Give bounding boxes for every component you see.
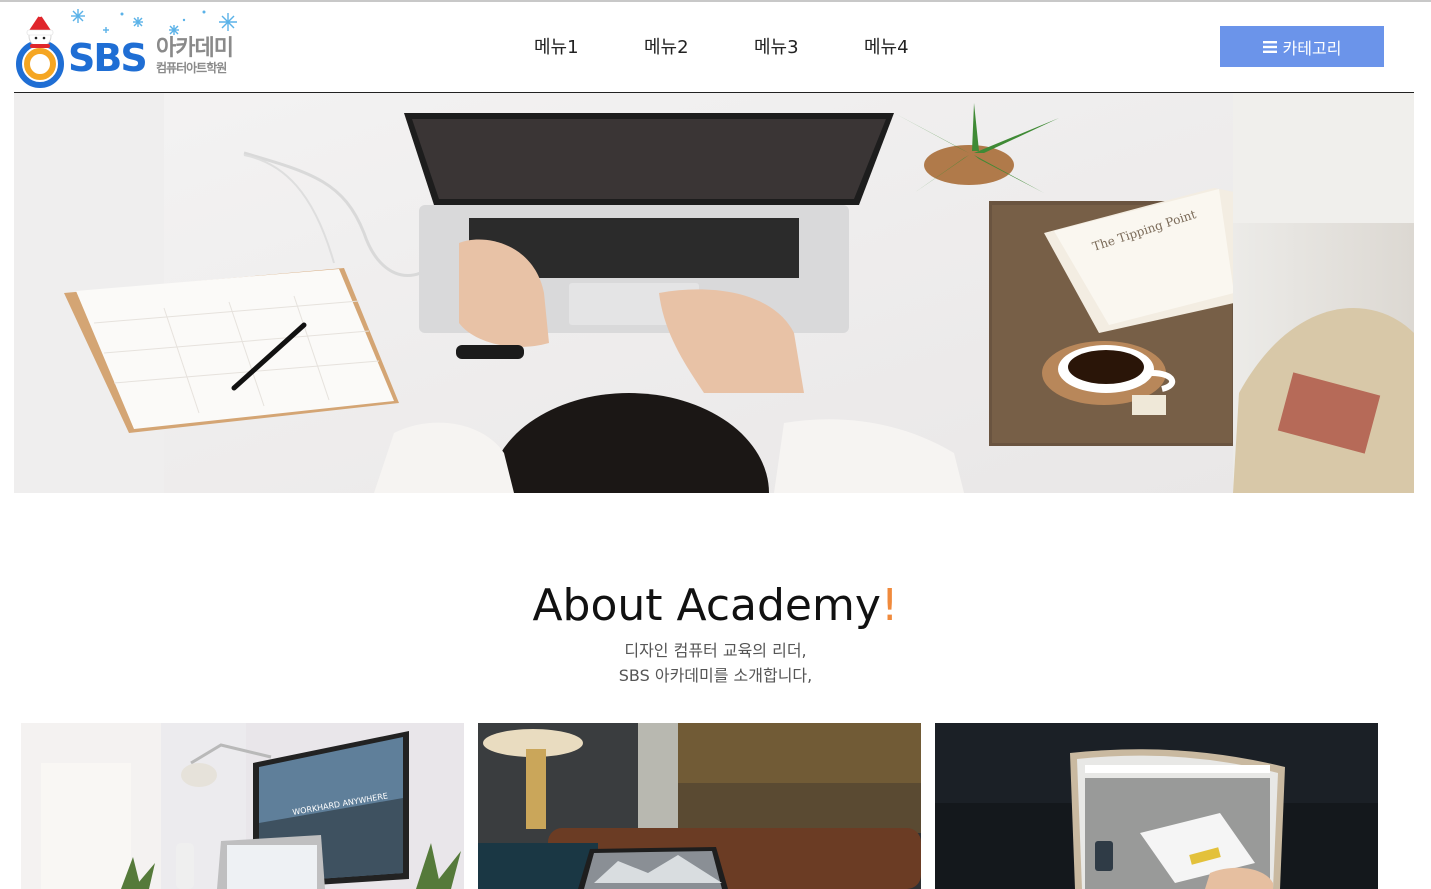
logo-name: 아카데미 bbox=[156, 36, 234, 61]
site-logo[interactable]: SBS 아카데미 컴퓨터아트학원 bbox=[16, 6, 256, 90]
logo-subtitle: 컴퓨터아트학원 bbox=[156, 61, 227, 75]
curved-monitor-photo bbox=[935, 723, 1378, 889]
category-button[interactable]: 카테고리 bbox=[1220, 26, 1384, 67]
laptop-lounge-photo bbox=[478, 723, 921, 889]
card-item[interactable]: WORKHARD ANYWHERE bbox=[21, 723, 464, 889]
site-header: SBS 아카데미 컴퓨터아트학원 메뉴1 메뉴2 메뉴3 메뉴4 카테고리 bbox=[14, 2, 1414, 93]
nav-item-3[interactable]: 메뉴3 bbox=[754, 36, 864, 60]
card-gallery: WORKHARD ANYWHERE bbox=[21, 723, 1381, 889]
about-title: About Academy! bbox=[0, 578, 1431, 634]
about-desc-line-1: 디자인 컴퓨터 교육의 리더, bbox=[624, 641, 807, 660]
hero-image: The Tipping Point bbox=[14, 93, 1414, 493]
main-nav: 메뉴1 메뉴2 메뉴3 메뉴4 bbox=[534, 36, 974, 60]
snowflake-icon bbox=[71, 9, 237, 35]
hero-banner: The Tipping Point bbox=[14, 93, 1414, 493]
workspace-photo: WORKHARD ANYWHERE bbox=[21, 723, 464, 889]
nav-item-2[interactable]: 메뉴2 bbox=[644, 36, 754, 60]
nav-item-4[interactable]: 메뉴4 bbox=[864, 36, 974, 60]
category-button-label: 카테고리 bbox=[1282, 38, 1342, 58]
about-section: About Academy! 디자인 컴퓨터 교육의 리더, SBS 아카데미를… bbox=[0, 578, 1431, 688]
about-description: 디자인 컴퓨터 교육의 리더, SBS 아카데미를 소개합니다, bbox=[0, 638, 1431, 688]
logo-brand: SBS bbox=[68, 36, 148, 80]
card-item[interactable] bbox=[478, 723, 921, 889]
card-item[interactable] bbox=[935, 723, 1378, 889]
about-title-text: About Academy bbox=[532, 580, 881, 631]
about-title-mark: ! bbox=[880, 580, 899, 631]
nav-item-1[interactable]: 메뉴1 bbox=[534, 36, 644, 60]
hamburger-icon bbox=[1262, 40, 1277, 53]
snowman-icon bbox=[16, 11, 64, 88]
about-desc-line-2: SBS 아카데미를 소개합니다, bbox=[618, 666, 813, 685]
